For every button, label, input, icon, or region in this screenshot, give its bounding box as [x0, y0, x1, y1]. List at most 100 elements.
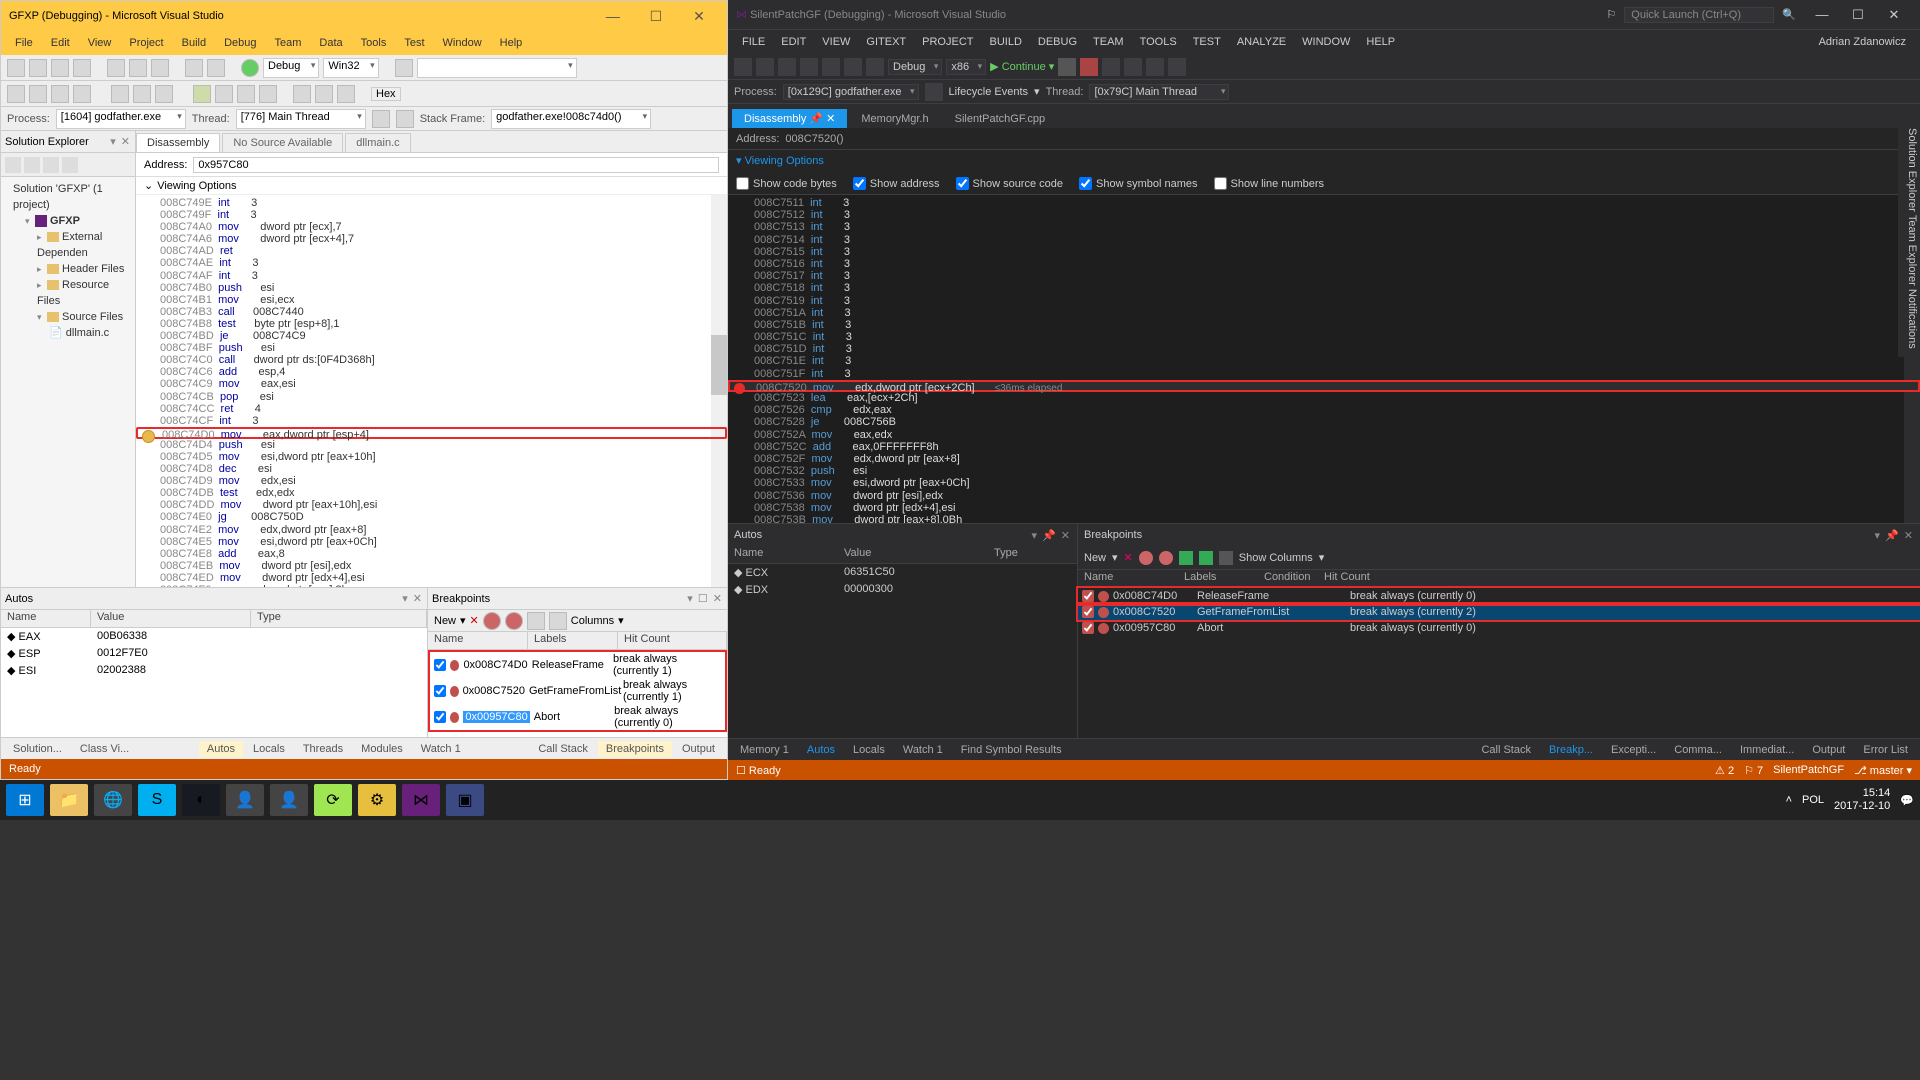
disasm-line[interactable]: 008C7526 cmp edx,eax	[728, 404, 1920, 416]
save-icon[interactable]	[51, 59, 69, 77]
app-icon[interactable]: ⟳	[314, 784, 352, 816]
disasm-line[interactable]: 008C74E5 mov esi,dword ptr [eax+0Ch]	[136, 536, 727, 548]
save-all-icon[interactable]	[822, 58, 840, 76]
menu-build[interactable]: BUILD	[982, 34, 1030, 50]
cut-icon[interactable]	[107, 59, 125, 77]
bottom-tab[interactable]: Memory 1	[732, 742, 797, 758]
save-icon[interactable]	[800, 58, 818, 76]
disasm-line[interactable]: 008C74D8 dec esi	[136, 463, 727, 475]
restart-icon[interactable]	[1102, 58, 1120, 76]
bottom-tab[interactable]: Locals	[845, 742, 893, 758]
pane-header[interactable]: Solution Explorer ▾ ✕	[1, 131, 135, 153]
config-select[interactable]: Debug	[263, 58, 319, 78]
bottom-tab[interactable]: Breakp...	[1541, 742, 1601, 758]
delete-icon[interactable]: ✕	[470, 614, 479, 627]
tab-modules[interactable]: Modules	[353, 741, 411, 757]
hex-toggle[interactable]: Hex	[371, 87, 401, 101]
menu-file[interactable]: FILE	[734, 34, 773, 50]
branch-badge[interactable]: ⎇ master ▾	[1854, 764, 1912, 777]
explorer-icon[interactable]: 📁	[50, 784, 88, 816]
bottom-tab[interactable]: Autos	[799, 742, 843, 758]
viewing-options[interactable]: ⌄ Viewing Options	[136, 177, 727, 195]
open-icon[interactable]	[778, 58, 796, 76]
lifecycle-icon[interactable]	[925, 83, 943, 101]
disasm-line[interactable]: 008C751F int 3	[728, 368, 1920, 380]
disasm-line[interactable]: 008C751D int 3	[728, 343, 1920, 355]
frame-select[interactable]: godfather.exe!008c74d0()	[491, 109, 651, 129]
tab-watch[interactable]: Watch 1	[413, 741, 469, 757]
menu-window[interactable]: Window	[435, 35, 490, 51]
platform-select[interactable]: x86	[946, 59, 986, 75]
bp-icon[interactable]	[549, 612, 567, 630]
right-side-tabs[interactable]: Solution Explorer Team Explorer Notifica…	[1898, 120, 1920, 357]
disasm-line[interactable]: 008C749E int 3	[136, 197, 727, 209]
project-badge[interactable]: SilentPatchGF	[1773, 764, 1844, 776]
dbg-icon[interactable]	[51, 85, 69, 103]
find-icon[interactable]	[395, 59, 413, 77]
bp-row[interactable]: 0x00957C80Abortbreak always (currently 0…	[1078, 620, 1920, 636]
bp-icon[interactable]	[483, 612, 501, 630]
config-select[interactable]: Debug	[888, 59, 942, 75]
disasm-line[interactable]: 008C74B8 test byte ptr [esp+8],1	[136, 318, 727, 330]
disasm-line[interactable]: 008C74CB pop esi	[136, 391, 727, 403]
tab-locals[interactable]: Locals	[245, 741, 293, 757]
bp-row[interactable]: 0x008C74D0ReleaseFramebreak always (curr…	[1078, 588, 1920, 604]
menu-build[interactable]: Build	[174, 35, 214, 51]
doc-tabs[interactable]: DisassemblyNo Source Availabledllmain.c	[136, 131, 727, 153]
disasm-line[interactable]: 008C7536 mov dword ptr [esi],edx	[728, 490, 1920, 502]
toolbar-main[interactable]: Debug Win32	[1, 55, 727, 81]
app-icon[interactable]: ▣	[446, 784, 484, 816]
step-over-icon[interactable]	[1146, 58, 1164, 76]
disasm-line[interactable]: 008C74D4 push esi	[136, 439, 727, 451]
pane-header[interactable]: Breakpoints▾ 📌 ✕	[1078, 524, 1920, 546]
bp-icon[interactable]	[1219, 551, 1233, 565]
disasm-line[interactable]: 008C749F int 3	[136, 209, 727, 221]
folder-node[interactable]: Resource Files	[3, 277, 133, 309]
disasm-line[interactable]: 008C74E8 add eax,8	[136, 548, 727, 560]
process-select[interactable]: [0x129C] godfather.exe	[783, 84, 919, 100]
disasm-line[interactable]: 008C74D5 mov esi,dword ptr [eax+10h]	[136, 451, 727, 463]
disasm-line[interactable]: 008C74A0 mov dword ptr [ecx],7	[136, 221, 727, 233]
solexp-toolbar[interactable]	[1, 153, 135, 177]
bp-row[interactable]: 0x00957C80Abortbreak always (currently 0…	[430, 704, 725, 730]
disasm-line[interactable]: 008C752A mov eax,edx	[728, 429, 1920, 441]
project-node[interactable]: GFXP	[3, 213, 133, 229]
open-icon[interactable]	[29, 59, 47, 77]
disasm-line[interactable]: 008C74E2 mov edx,dword ptr [eax+8]	[136, 524, 727, 536]
menu-project[interactable]: Project	[121, 35, 171, 51]
step-over-icon[interactable]	[315, 85, 333, 103]
undo-icon[interactable]	[185, 59, 203, 77]
bp-icon[interactable]	[1179, 551, 1193, 565]
menu-edit[interactable]: Edit	[43, 35, 78, 51]
minimize-button[interactable]: —	[1804, 7, 1840, 22]
disasm-line[interactable]: 008C74DB test edx,edx	[136, 487, 727, 499]
opt-code-bytes[interactable]: Show code bytes	[736, 177, 837, 190]
bottom-tab[interactable]: Find Symbol Results	[953, 742, 1070, 758]
disasm-line[interactable]: 008C7512 int 3	[728, 209, 1920, 221]
doc-tab[interactable]: Disassembly 📌 ✕	[732, 109, 847, 128]
disasm-line[interactable]: 008C74B1 mov esi,ecx	[136, 294, 727, 306]
disasm-line[interactable]: 008C753B mov dword ptr [eax+8],0Bh	[728, 514, 1920, 523]
bottom-tab[interactable]: Watch 1	[895, 742, 951, 758]
warn-badge[interactable]: ⚠ 2	[1715, 764, 1734, 777]
disasm-line[interactable]: 008C74C0 call dword ptr ds:[0F4D368h]	[136, 354, 727, 366]
bp-icon[interactable]	[1139, 551, 1153, 565]
restart-icon[interactable]	[259, 85, 277, 103]
stop-icon[interactable]	[1080, 58, 1098, 76]
dbg-icon[interactable]	[29, 85, 47, 103]
vs-icon[interactable]: ⋈	[402, 784, 440, 816]
close-button[interactable]: ✕	[679, 8, 719, 25]
lifecycle-label[interactable]: Lifecycle Events	[949, 86, 1028, 98]
play-icon[interactable]	[193, 85, 211, 103]
process-select[interactable]: [1604] godfather.exe	[56, 109, 186, 129]
info-badge[interactable]: ⚐ 7	[1744, 764, 1763, 777]
autos-row[interactable]: ◆ ECX06351C50	[728, 564, 1077, 581]
menu-help[interactable]: Help	[492, 35, 531, 51]
disasm-line[interactable]: 008C7513 int 3	[728, 221, 1920, 233]
disasm-line[interactable]: 008C751B int 3	[728, 319, 1920, 331]
doc-tab[interactable]: No Source Available	[222, 133, 343, 152]
menu-team[interactable]: TEAM	[1085, 34, 1132, 50]
tab-classview[interactable]: Class Vi...	[72, 741, 137, 757]
tab-threads[interactable]: Threads	[295, 741, 351, 757]
thread-icon[interactable]	[372, 110, 390, 128]
